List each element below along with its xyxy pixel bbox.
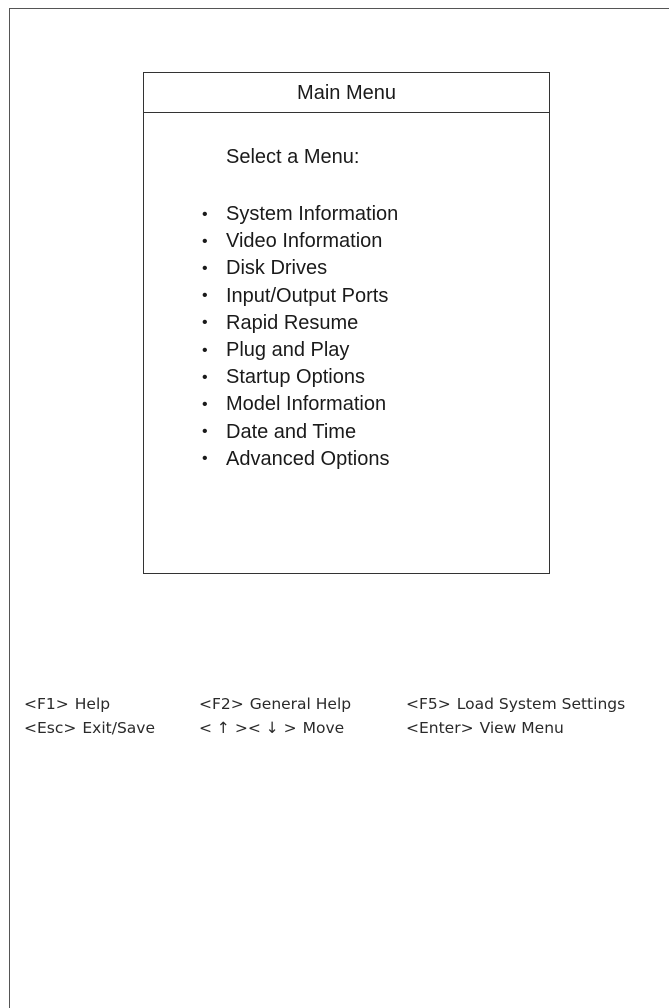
menu-list: • System Information • Video Information •…	[202, 201, 398, 473]
menu-item-date-and-time[interactable]: • Date and Time	[202, 419, 398, 446]
menu-item-label: Disk Drives	[226, 257, 328, 280]
menu-item-label: Plug and Play	[226, 339, 350, 362]
menu-item-system-information[interactable]: • System Information	[202, 201, 398, 228]
menu-item-label: Startup Options	[226, 366, 365, 389]
esc-exit-save-key[interactable]: <Esc> Exit/Save	[24, 719, 155, 737]
menu-prompt: Select a Menu:	[226, 146, 360, 168]
bullet-icon: •	[202, 205, 208, 223]
key-label: <Enter>	[406, 719, 474, 737]
menu-item-label: Advanced Options	[226, 447, 390, 470]
menu-item-label: Input/Output Ports	[226, 284, 389, 307]
arrow-move-key[interactable]: < ↑ >< ↓ > Move	[199, 719, 344, 737]
menu-item-disk-drives[interactable]: • Disk Drives	[202, 255, 398, 282]
menu-item-advanced-options[interactable]: • Advanced Options	[202, 446, 398, 473]
menu-item-input-output-ports[interactable]: • Input/Output Ports	[202, 283, 398, 310]
f5-load-settings-key[interactable]: <F5> Load System Settings	[406, 695, 625, 713]
menu-item-label: System Information	[226, 203, 399, 226]
key-action: View Menu	[479, 719, 564, 737]
bullet-icon: •	[202, 368, 208, 386]
key-action: General Help	[249, 695, 352, 713]
bullet-icon: •	[202, 423, 208, 441]
menu-item-video-information[interactable]: • Video Information	[202, 228, 398, 255]
menu-item-label: Video Information	[226, 230, 383, 253]
key-action: Load System Settings	[456, 695, 626, 713]
f2-general-help-key[interactable]: <F2> General Help	[199, 695, 351, 713]
bullet-icon: •	[202, 314, 208, 332]
enter-view-menu-key[interactable]: <Enter> View Menu	[406, 719, 564, 737]
menu-item-rapid-resume[interactable]: • Rapid Resume	[202, 310, 398, 337]
menu-item-startup-options[interactable]: • Startup Options	[202, 364, 398, 391]
key-action: Exit/Save	[82, 719, 155, 737]
f1-help-key[interactable]: <F1> Help	[24, 695, 110, 713]
bullet-icon: •	[202, 259, 208, 277]
bullet-icon: •	[202, 341, 208, 359]
menu-title: Main Menu	[144, 73, 549, 113]
key-action: Help	[74, 695, 111, 713]
main-menu-panel: Main Menu Select a Menu: • System Informa…	[143, 72, 550, 574]
key-action: Move	[302, 719, 345, 737]
bullet-icon: •	[202, 232, 208, 250]
menu-item-plug-and-play[interactable]: • Plug and Play	[202, 337, 398, 364]
bullet-icon: •	[202, 450, 208, 468]
key-label: <F1>	[24, 695, 69, 713]
bullet-icon: •	[202, 395, 208, 413]
bullet-icon: •	[202, 287, 208, 305]
menu-item-label: Model Information	[226, 393, 387, 416]
key-label: <Esc>	[24, 719, 77, 737]
arrow-keys-icon: < ↑ >< ↓ >	[199, 719, 297, 737]
menu-item-label: Rapid Resume	[226, 311, 359, 334]
menu-item-label: Date and Time	[226, 420, 357, 443]
key-label: <F2>	[199, 695, 244, 713]
menu-item-model-information[interactable]: • Model Information	[202, 391, 398, 418]
key-label: <F5>	[406, 695, 451, 713]
